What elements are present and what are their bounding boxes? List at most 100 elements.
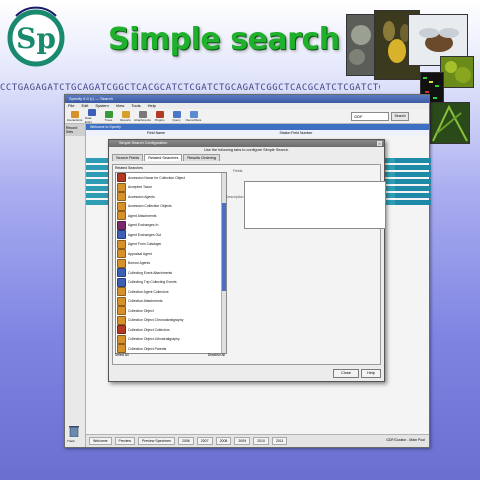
table-icon [117, 344, 126, 353]
status-tab[interactable]: 2011 [271, 437, 288, 445]
related-search-item[interactable]: Collecting Trip Collecting Events [116, 277, 226, 288]
related-search-label: Collection Object Lithostratigraphy [128, 337, 180, 342]
related-search-label: Collection Object Chronostratigraphy [128, 318, 184, 323]
related-search-label: Accession Collection Objects [128, 204, 172, 209]
dialog-tabs: Search Fields Related Searches Results O… [109, 154, 384, 161]
attachments-icon [138, 110, 147, 118]
column-header-station-field-number: Station Field Number [279, 131, 313, 135]
deselect-all-button[interactable]: Deselect All [208, 353, 225, 357]
app-title-bar: Specify 6.0 (r) — Search [65, 95, 429, 103]
table-icon [117, 287, 126, 297]
toolbar-data-entry-button[interactable]: Data Entry [85, 108, 98, 124]
status-tab[interactable]: Preview Specimen [137, 437, 175, 445]
selection-controls: Select All Deselect All [115, 353, 225, 359]
logo-text: Sp [16, 22, 56, 55]
related-search-item[interactable]: Appraisal Agent [116, 249, 226, 259]
fields-label: Fields [233, 169, 243, 173]
related-search-label: Agent Exchanges In [128, 223, 159, 228]
related-search-item[interactable]: Accession Agents [116, 192, 226, 202]
description-label: Description [226, 195, 244, 199]
related-searches-list: Accession Name for Collection Object Acce… [115, 172, 227, 354]
plugins-icon [155, 110, 164, 118]
toolbar-plugins-button[interactable]: Plugins [153, 110, 166, 122]
related-search-item[interactable]: Collecting Event Attachments [116, 268, 226, 278]
description-field[interactable] [244, 181, 386, 229]
related-search-item[interactable]: Collection Attachments [116, 296, 226, 307]
table-icon [117, 239, 126, 249]
moss-photo [440, 56, 474, 88]
toolbar-query-button[interactable]: Query [170, 110, 183, 122]
table-icon [117, 249, 126, 259]
toolbar-recordsets-button[interactable]: RecordSets [186, 110, 201, 122]
search-input[interactable]: GDF [351, 112, 389, 121]
help-button[interactable]: Help [361, 369, 381, 378]
simple-search-configuration-dialog: Simple Search Configuration × Use the fo… [108, 139, 386, 382]
status-tab[interactable]: Preview [114, 437, 135, 445]
interactions-icon [70, 110, 79, 118]
toolbar-interactions-button[interactable]: Interactions [67, 110, 82, 122]
related-search-item[interactable]: Accession Name for Collection Object [116, 173, 226, 183]
table-icon [117, 315, 126, 325]
trash-icon[interactable] [69, 425, 79, 437]
related-search-item[interactable]: Agent Attachments [116, 211, 226, 221]
lichen-photo [346, 14, 376, 76]
related-search-item[interactable]: Collection Object [116, 306, 226, 316]
status-tab[interactable]: 2008 [215, 437, 232, 445]
tab-related-searches[interactable]: Related Searches [144, 154, 183, 161]
related-search-item[interactable]: Accepted Taxon [116, 182, 226, 193]
related-search-label: Collection Object [128, 308, 154, 313]
toolbar-reports-button[interactable]: Reports [119, 110, 132, 122]
status-text: GDF/Curator - Main Pool [386, 438, 425, 442]
column-header-field-name: Field Name [147, 131, 165, 135]
select-all-button[interactable]: Select All [115, 353, 129, 357]
slide-headline: Simple search [108, 22, 340, 57]
related-search-item[interactable]: Agent Exchanges In [116, 220, 226, 231]
dialog-instruction: Use the following tabs to configure Simp… [204, 148, 289, 152]
dialog-title: Simple Search Configuration [119, 141, 168, 145]
tab-results-ordering[interactable]: Results Ordering [183, 154, 220, 161]
close-icon[interactable]: × [377, 141, 382, 146]
related-searches-panel: Related Searches Accession Name for Coll… [112, 164, 386, 365]
toolbar-attachments-button[interactable]: Attachments [134, 110, 151, 122]
related-search-label: Accession Name for Collection Object [128, 175, 185, 180]
record-sets-header: Record Sets [65, 124, 85, 136]
related-search-label: Agent Attachments [128, 213, 157, 218]
related-search-item[interactable]: Agent Exchanges Out [116, 230, 226, 240]
search-button[interactable]: Search [391, 112, 409, 121]
table-icon [117, 334, 126, 344]
status-bar: Welcome Preview Preview Specimen 2006 20… [86, 434, 429, 447]
toolbar-trees-button[interactable]: Trees [102, 110, 115, 122]
list-scrollbar[interactable] [221, 173, 226, 353]
related-search-item[interactable]: Collection Object Lithostratigraphy [116, 334, 226, 345]
trash-label: Trash [67, 439, 75, 443]
related-search-item[interactable]: Collection Object Collectors [116, 325, 226, 335]
reports-icon [121, 110, 130, 118]
status-tab[interactable]: 2007 [196, 437, 213, 445]
status-tab[interactable]: 2010 [253, 437, 269, 445]
trees-icon [104, 110, 113, 118]
related-search-label: Collecting Trip Collecting Events [128, 280, 177, 285]
status-tab[interactable]: 2006 [177, 437, 194, 445]
related-search-item[interactable]: Agent From Cataloger [116, 239, 226, 250]
related-search-item[interactable]: Collection Agent Collectors [116, 287, 226, 297]
table-icon [117, 201, 126, 211]
scrollbar-thumb[interactable] [222, 203, 226, 291]
related-search-item[interactable]: Accession Collection Objects [116, 201, 226, 212]
recordsets-icon [189, 110, 198, 118]
status-tab[interactable]: Welcome [89, 437, 112, 445]
table-icon [117, 325, 126, 335]
related-search-label: Collection Object Parents [128, 346, 167, 351]
related-search-item[interactable]: Collection Object Chronostratigraphy [116, 315, 226, 326]
table-icon [117, 173, 126, 183]
related-search-label: Accepted Taxon [128, 185, 153, 190]
table-icon [117, 306, 126, 316]
table-icon [117, 192, 126, 202]
close-button[interactable]: Close [333, 369, 359, 378]
related-search-item[interactable]: Borrow Agents [116, 258, 226, 269]
tab-search-fields[interactable]: Search Fields [112, 154, 144, 161]
status-tab[interactable]: 2009 [234, 437, 251, 445]
dialog-title-bar: Simple Search Configuration × [109, 140, 384, 147]
related-search-label: Borrow Agents [128, 261, 151, 266]
table-icon [117, 230, 126, 240]
related-search-label: Accession Agents [128, 194, 155, 199]
